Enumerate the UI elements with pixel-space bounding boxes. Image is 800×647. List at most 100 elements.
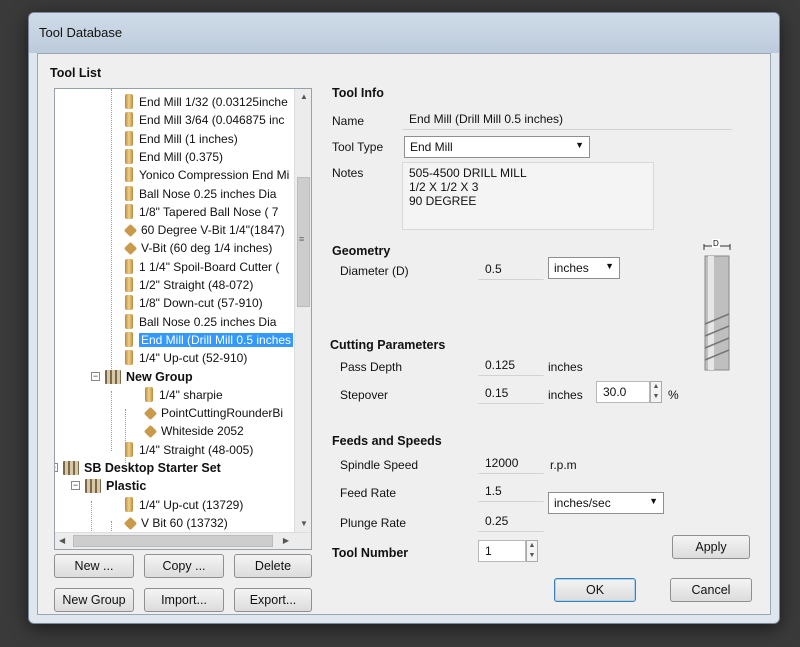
export-button[interactable]: Export... [234, 588, 312, 612]
collapse-icon[interactable]: − [91, 371, 100, 381]
endmill-icon [125, 441, 133, 457]
collapse-icon[interactable]: − [55, 463, 58, 472]
stepover-label: Stepover [340, 388, 389, 402]
apply-button[interactable]: Apply [672, 535, 750, 559]
cancel-button[interactable]: Cancel [670, 578, 752, 602]
tree-item-label: PointCuttingRounderBi [161, 406, 284, 421]
tree-item-label: 60 Degree V-Bit 1/4"(1847) [141, 223, 285, 238]
tool-group-icon [63, 461, 79, 475]
tree-item-label: 1 1/4" Spoil-Board Cutter ( [139, 259, 280, 274]
tree-item[interactable]: Yonico Compression End Mi [125, 166, 289, 184]
tree-item[interactable]: 1/2" Straight (48-072) [125, 276, 253, 294]
dropdown-arrow-icon: ▼ [605, 261, 614, 271]
tree-item-label: End Mill (0.375) [139, 149, 224, 164]
ballnose-icon [125, 185, 133, 201]
window-title: Tool Database [39, 25, 123, 40]
notes-label: Notes [332, 166, 364, 180]
tree-group-starter-set[interactable]: − SB Desktop Starter Set [55, 459, 221, 477]
stepover-percent-spinner[interactable]: ▲ ▼ [650, 381, 662, 403]
tool-type-select[interactable]: End Mill ▼ [404, 136, 590, 158]
tool-diagram-image [703, 244, 731, 371]
scroll-thumb[interactable] [73, 535, 273, 547]
diameter-field[interactable]: 0.5 [478, 258, 544, 280]
tree-item-label: 1/8" Tapered Ball Nose ( 7 [139, 204, 279, 219]
tree-guide [111, 89, 112, 379]
tool-number-spinner[interactable]: ▲ ▼ [526, 540, 538, 562]
tree-item-label: Plastic [106, 479, 147, 494]
tree-item[interactable]: 60 Degree V-Bit 1/4"(1847) [123, 221, 285, 239]
tree-item[interactable]: End Mill 1/32 (0.03125inche [125, 93, 288, 111]
tree-item[interactable]: Ball Nose 0.25 inches Dia [125, 185, 276, 203]
import-button[interactable]: Import... [144, 588, 224, 612]
spin-up-icon[interactable]: ▲ [651, 382, 661, 392]
tree-item[interactable]: 1/4" Up-cut (52-910) [125, 349, 247, 367]
tree-item-label: SB Desktop Starter Set [84, 461, 221, 475]
endmill-icon [145, 386, 153, 402]
vbit-icon [123, 242, 138, 256]
tree-item[interactable]: 1 1/4" Spoil-Board Cutter ( [125, 258, 279, 276]
vbit-icon [143, 406, 158, 421]
tool-database-window: Tool Database Tool List End Mill 1/32 (0… [28, 12, 780, 624]
copy-button[interactable]: Copy ... [144, 554, 224, 578]
tree-item[interactable]: V-Bit (60 deg 1/4 inches) [123, 239, 272, 257]
endmill-icon [125, 148, 133, 164]
tree-item-selected[interactable]: End Mill (Drill Mill 0.5 inches [125, 331, 294, 349]
new-group-button[interactable]: New Group [54, 588, 134, 612]
tree-item-label: End Mill 1/32 (0.03125inche [139, 95, 288, 109]
tree-item-label: Whiteside 2052 [161, 424, 244, 439]
feed-rate-field[interactable]: 1.5 [478, 480, 544, 502]
scroll-right-arrow-icon[interactable]: ▶ [283, 536, 289, 545]
tree-item[interactable]: V Bit 60 (13732) [123, 514, 228, 532]
tree-item-label: End Mill 3/64 (0.046875 inc [139, 113, 285, 128]
stepover-units: inches [548, 388, 583, 402]
tree-item[interactable]: Ball Nose 0.25 inches Dia [125, 313, 276, 331]
scroll-left-arrow-icon[interactable]: ◀ [59, 536, 65, 545]
tree-item[interactable]: Whiteside 2052 [143, 422, 244, 440]
scroll-up-arrow-icon[interactable]: ▲ [300, 92, 308, 101]
diameter-units-select[interactable]: inches ▼ [548, 257, 620, 279]
delete-button[interactable]: Delete [234, 554, 312, 578]
pass-depth-label: Pass Depth [340, 360, 403, 374]
spin-down-icon[interactable]: ▼ [651, 392, 661, 402]
name-field[interactable]: End Mill (Drill Mill 0.5 inches) [402, 108, 732, 130]
new-button[interactable]: New ... [54, 554, 134, 578]
tree-item-label: 1/4" Straight (48-005) [139, 442, 254, 457]
tool-highlight [708, 256, 714, 370]
tree-group-plastic[interactable]: − Plastic [71, 477, 147, 495]
tree-item[interactable]: End Mill (0.375) [125, 148, 223, 166]
spin-down-icon[interactable]: ▼ [527, 551, 537, 561]
title-bar[interactable]: Tool Database [29, 13, 779, 53]
tree-item[interactable]: 1/4" Up-cut (13729) [125, 496, 243, 514]
notes-line: 1/2 X 1/2 X 3 [409, 180, 479, 194]
tree-item[interactable]: 1/4" sharpie [145, 386, 223, 404]
ballnose-icon [125, 313, 133, 329]
spin-up-icon[interactable]: ▲ [527, 541, 537, 551]
stepover-percent-field[interactable]: 30.0 [596, 381, 650, 403]
tree-item[interactable]: End Mill (1 inches) [125, 130, 238, 148]
tree-item[interactable]: 1/8" Down-cut (57-910) [125, 294, 263, 312]
tree-item[interactable]: PointCuttingRounderBi [143, 404, 284, 422]
spindle-speed-field[interactable]: 12000 [478, 452, 544, 474]
tree-item-label: New Group [126, 369, 193, 384]
collapse-icon[interactable]: − [71, 481, 80, 491]
tree-group-new-group[interactable]: − New Group [91, 368, 193, 386]
plunge-rate-field[interactable]: 0.25 [478, 510, 544, 532]
rate-units-select[interactable]: inches/sec ▼ [548, 492, 664, 514]
spindle-speed-label: Spindle Speed [340, 458, 419, 472]
stepover-field[interactable]: 0.15 [478, 382, 544, 404]
tree-vertical-scrollbar[interactable]: ▲ ≡ ▼ [294, 89, 311, 533]
notes-field[interactable]: 505-4500 DRILL MILL 1/2 X 1/2 X 3 90 DEG… [402, 162, 654, 230]
endmill-icon [125, 350, 133, 366]
tree-item[interactable]: 1/8" Tapered Ball Nose ( 7 [125, 203, 278, 221]
tree-item[interactable]: 1/4" Straight (48-005) [125, 441, 253, 459]
tree-item[interactable]: End Mill 3/64 (0.046875 inc [125, 111, 284, 129]
endmill-icon [125, 295, 133, 311]
endmill-icon [125, 331, 133, 347]
pass-depth-field[interactable]: 0.125 [478, 354, 544, 376]
tool-tree[interactable]: End Mill 1/32 (0.03125inche End Mill 3/64… [54, 88, 312, 550]
tree-horizontal-scrollbar[interactable]: ◀ ▶ [55, 532, 311, 549]
ok-button[interactable]: OK [554, 578, 636, 602]
ballnose-icon [125, 203, 133, 219]
scroll-down-arrow-icon[interactable]: ▼ [300, 519, 308, 528]
tool-number-field[interactable]: 1 [478, 540, 526, 562]
